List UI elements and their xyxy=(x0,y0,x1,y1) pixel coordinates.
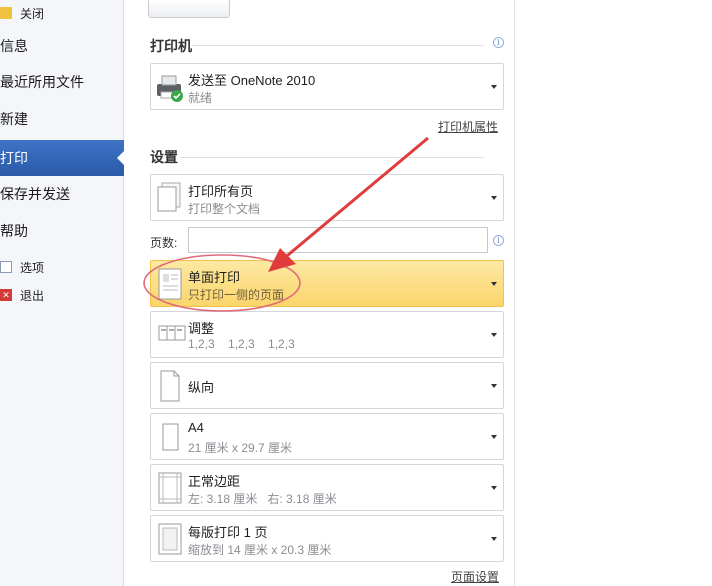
page-setup-link[interactable]: 页面设置 xyxy=(451,568,499,585)
preview-divider xyxy=(514,0,515,586)
chevron-down-icon xyxy=(491,434,497,439)
print-sides-title: 单面打印 xyxy=(188,270,241,285)
collate-icon xyxy=(158,325,186,341)
nav-options[interactable]: 选项 xyxy=(0,256,44,278)
nav-close-label: 关闭 xyxy=(20,6,45,21)
nav-print-label: 打印 xyxy=(0,150,28,166)
options-icon xyxy=(0,261,12,273)
pages-per-sheet-dropdown[interactable]: 每版打印 1 页 缩放到 14 厘米 x 20.3 厘米 xyxy=(150,515,504,562)
print-scope-subtitle: 打印整个文档 xyxy=(188,202,261,216)
nav-options-label: 选项 xyxy=(20,260,45,275)
chevron-down-icon xyxy=(491,536,497,541)
orientation-title: 纵向 xyxy=(188,380,215,395)
collate-dropdown[interactable]: 调整 1,2,3 1,2,3 1,2,3 xyxy=(150,311,504,358)
nav-recent-label: 最近所用文件 xyxy=(0,74,84,90)
printer-heading: 打印机 xyxy=(150,38,192,54)
paper-subtitle: 21 厘米 x 29.7 厘米 xyxy=(188,441,293,455)
nav-new[interactable]: 新建 xyxy=(0,101,124,137)
settings-heading: 设置 xyxy=(150,149,178,165)
printer-properties-link[interactable]: 打印机属性 xyxy=(438,118,498,135)
divider xyxy=(180,157,484,158)
nav-save-send-label: 保存并发送 xyxy=(0,186,70,202)
nav-save-send[interactable]: 保存并发送 xyxy=(0,176,124,212)
chevron-down-icon xyxy=(491,485,497,490)
info-icon[interactable]: i xyxy=(493,37,504,48)
info-icon[interactable]: i xyxy=(493,235,504,246)
orientation-dropdown[interactable]: 纵向 xyxy=(150,362,504,409)
nav-exit-label: 退出 xyxy=(20,288,45,303)
nav-recent[interactable]: 最近所用文件 xyxy=(0,64,124,100)
print-scope-dropdown[interactable]: 打印所有页 打印整个文档 xyxy=(150,174,504,221)
paper-title: A4 xyxy=(188,420,204,435)
printer-dropdown[interactable]: 发送至 OneNote 2010 就绪 xyxy=(150,63,504,110)
margins-title: 正常边距 xyxy=(188,474,241,489)
pages-per-sheet-title: 每版打印 1 页 xyxy=(188,525,268,540)
backstage-nav: 关闭 信息 最近所用文件 新建 打印 保存并发送 帮助 选项 ✕ 退出 xyxy=(0,0,125,586)
pages-icon xyxy=(157,182,181,212)
paper-icon xyxy=(162,423,179,451)
portrait-icon xyxy=(160,370,180,402)
chevron-down-icon xyxy=(491,383,497,388)
collate-subtitle: 1,2,3 1,2,3 1,2,3 xyxy=(188,337,295,351)
paper-size-dropdown[interactable]: A4 21 厘米 x 29.7 厘米 xyxy=(150,413,504,460)
print-sides-subtitle: 只打印一侧的页面 xyxy=(188,288,285,302)
nav-close[interactable]: 关闭 xyxy=(0,2,44,24)
nav-new-label: 新建 xyxy=(0,111,28,127)
pages-input[interactable] xyxy=(188,227,488,253)
pages-label: 页数: xyxy=(150,236,178,250)
exit-icon: ✕ xyxy=(0,289,12,301)
folder-icon xyxy=(0,7,12,19)
single-side-icon xyxy=(158,268,182,300)
chevron-down-icon xyxy=(491,281,497,286)
divider xyxy=(192,45,484,46)
page-layout-icon xyxy=(158,523,182,555)
print-scope-title: 打印所有页 xyxy=(188,184,254,199)
nav-help-label: 帮助 xyxy=(0,223,28,239)
nav-info[interactable]: 信息 xyxy=(0,28,124,64)
nav-print[interactable]: 打印 xyxy=(0,140,125,176)
chevron-down-icon xyxy=(491,195,497,200)
print-button[interactable] xyxy=(148,0,230,18)
chevron-down-icon xyxy=(491,84,497,89)
nav-help[interactable]: 帮助 xyxy=(0,213,124,249)
margins-dropdown[interactable]: 正常边距 左: 3.18 厘米 右: 3.18 厘米 xyxy=(150,464,504,511)
nav-info-label: 信息 xyxy=(0,38,28,54)
print-sides-dropdown[interactable]: 单面打印 只打印一侧的页面 xyxy=(150,260,504,307)
collate-title: 调整 xyxy=(188,321,215,336)
printer-name: 发送至 OneNote 2010 xyxy=(188,73,316,88)
margins-icon xyxy=(158,472,182,504)
chevron-down-icon xyxy=(491,332,497,337)
printer-icon xyxy=(157,75,183,102)
printer-status: 就绪 xyxy=(188,91,213,105)
pages-per-sheet-subtitle: 缩放到 14 厘米 x 20.3 厘米 xyxy=(188,543,332,557)
margins-subtitle: 左: 3.18 厘米 右: 3.18 厘米 xyxy=(188,492,337,506)
nav-exit[interactable]: ✕ 退出 xyxy=(0,284,44,306)
